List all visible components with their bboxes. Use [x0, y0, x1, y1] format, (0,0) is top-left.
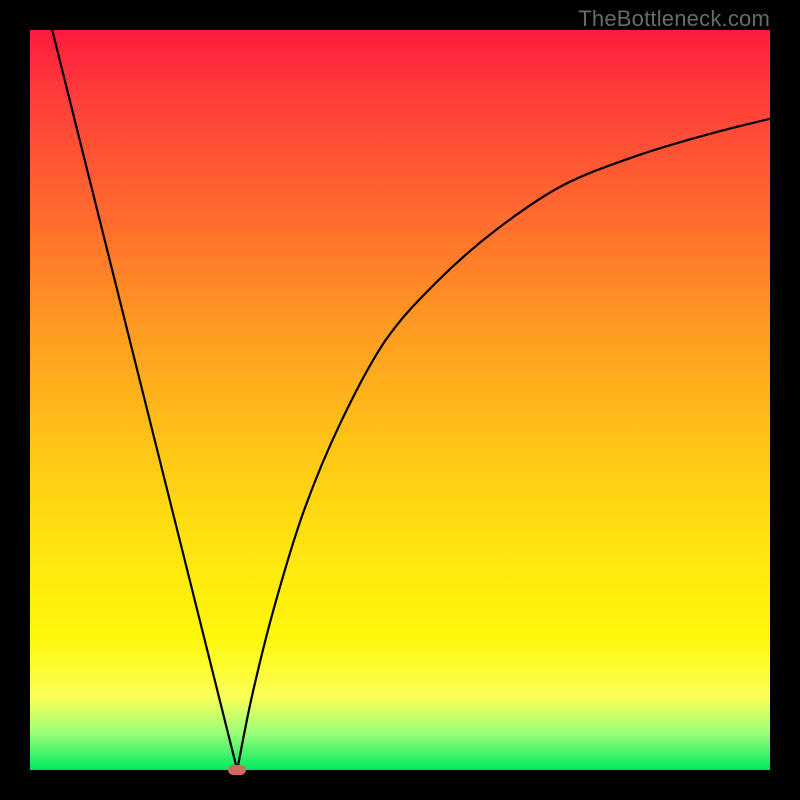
chart-frame: TheBottleneck.com [0, 0, 800, 800]
watermark-text: TheBottleneck.com [578, 6, 770, 32]
bottleneck-curve [52, 30, 770, 770]
plot-area [30, 30, 770, 770]
curve-layer [30, 30, 770, 770]
minimum-marker [228, 765, 246, 775]
